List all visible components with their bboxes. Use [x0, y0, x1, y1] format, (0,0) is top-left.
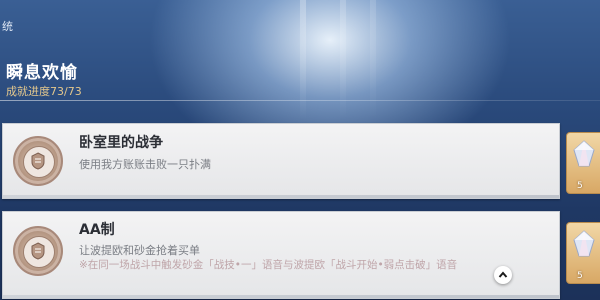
crystal-reward-icon [573, 140, 595, 167]
light-ray [300, 0, 306, 120]
corner-label: 统 [2, 20, 13, 33]
achievement-note: ※在同一场战斗中触发砂金「战技•一」语音与波提欧「战斗开始•弱点击破」语音 [79, 259, 458, 271]
reward-count: 5 [577, 181, 583, 191]
collapse-button[interactable] [494, 266, 512, 284]
achievement-card[interactable]: AA制 让波提欧和砂金抢着买单 ※在同一场战斗中触发砂金「战技•一」语音与波提欧… [2, 211, 560, 299]
header-divider [0, 100, 600, 101]
crystal-reward-icon [573, 230, 595, 257]
light-ray [340, 0, 346, 120]
achievement-description: 使用我方账账击败一只扑满 [79, 158, 211, 171]
achievement-medal-icon [13, 226, 63, 276]
page-title: 瞬息欢愉 [6, 63, 78, 83]
reward-item[interactable]: 5 [566, 222, 600, 284]
reward-item[interactable]: 5 [566, 132, 600, 194]
achievement-description: 让波提欧和砂金抢着买单 [79, 244, 200, 257]
achievement-title: 卧室里的战争 [79, 135, 163, 151]
achievement-progress: 成就进度73/73 [6, 85, 82, 98]
reward-count: 5 [577, 271, 583, 281]
achievement-title: AA制 [79, 222, 115, 238]
achievement-card[interactable]: 卧室里的战争 使用我方账账击败一只扑满 [2, 123, 560, 199]
light-ray [370, 0, 376, 120]
chevron-up-icon [498, 271, 508, 278]
achievement-medal-icon [13, 136, 63, 186]
